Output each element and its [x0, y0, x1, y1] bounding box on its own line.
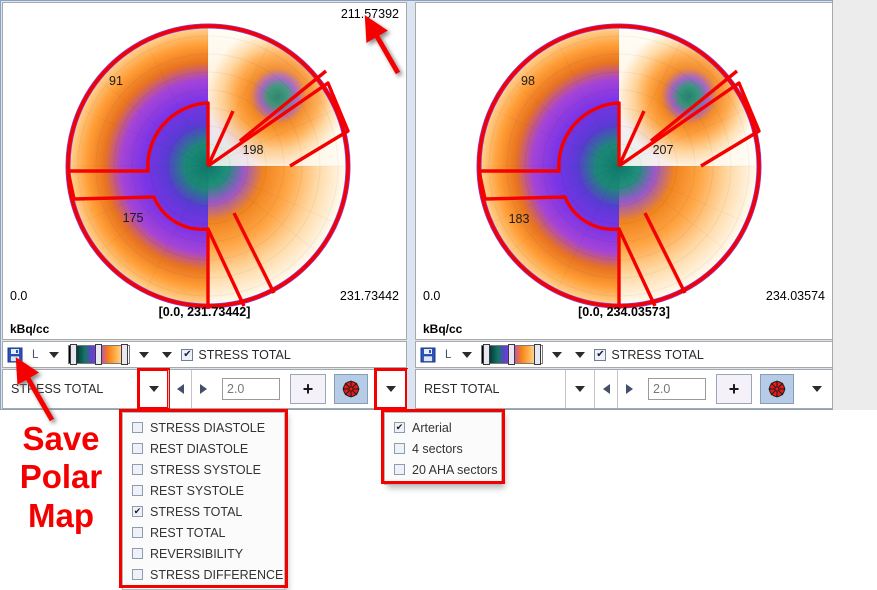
series-combobox-value[interactable]: STRESS TOTAL	[3, 382, 139, 396]
annotation-line-3: Map	[28, 496, 94, 534]
colormap-dropdown-icon[interactable]	[135, 346, 153, 364]
min-range-value: 0.0	[10, 289, 28, 303]
colormap-options-dropdown-icon[interactable]	[158, 346, 176, 364]
add-button[interactable]: +	[290, 374, 326, 404]
menu-item-stress-difference[interactable]: STRESS DIFFERENCE	[123, 564, 284, 585]
unit-label: kBq/cc	[423, 322, 463, 336]
right-series-control: REST TOTAL 2.0 +	[415, 369, 833, 409]
annotation-line-2: Polar	[19, 458, 103, 496]
scale-value-input[interactable]: 2.0	[648, 378, 706, 400]
next-series-button[interactable]	[191, 370, 214, 408]
control-divider	[407, 369, 415, 409]
menu-item-checkbox[interactable]	[132, 548, 143, 559]
toolbar-series-label: STRESS TOTAL	[198, 347, 291, 362]
scale-value-input[interactable]: 2.0	[222, 378, 280, 400]
sector-model-dropdown-icon[interactable]	[374, 368, 408, 410]
menu-item-reversibility[interactable]: REVERSIBILITY	[123, 543, 284, 564]
rest-polar-map-viewport[interactable]: 98 207 183 0.0 234.03574 [0.0, 234.03573…	[415, 2, 833, 340]
max-range-value: 231.73442	[339, 289, 399, 303]
panel-right-gutter	[833, 0, 877, 410]
menu-item-checkbox[interactable]	[132, 464, 143, 475]
max-range-value: 234.03574	[765, 289, 825, 303]
sector-model-dropdown-icon[interactable]	[802, 370, 832, 408]
save-floppy-icon[interactable]	[420, 347, 436, 363]
min-range-value: 0.0	[423, 289, 441, 303]
range-label: [0.0, 234.03573]	[578, 305, 670, 319]
max-scale-value: 211.57392	[340, 7, 399, 21]
annotation-line-1: Save	[22, 420, 100, 457]
left-display-toolbar: L ✔ STRESS TOTAL	[2, 341, 407, 368]
menu-item-label: REST SYSTOLE	[150, 483, 245, 498]
menu-item-20-aha-sectors[interactable]: 20 AHA sectors	[385, 459, 501, 480]
menu-item-label: REST DIASTOLE	[150, 441, 249, 456]
menu-item-rest-total[interactable]: REST TOTAL	[123, 522, 284, 543]
unit-label: kBq/cc	[10, 322, 50, 336]
range-label: [0.0, 231.73442]	[158, 305, 251, 319]
menu-item-checkbox[interactable]: ✔	[132, 506, 143, 517]
right-display-toolbar: L ✔ STRESS TOTAL	[415, 341, 833, 368]
series-combobox-dropdown-icon[interactable]	[137, 368, 170, 410]
save-floppy-icon[interactable]	[7, 347, 23, 363]
rest-polar-map-image[interactable]	[469, 21, 769, 311]
menu-item-label: REST TOTAL	[150, 525, 226, 540]
menu-item-label: 4 sectors	[412, 441, 463, 456]
series-selection-menu[interactable]: STRESS DIASTOLE REST DIASTOLE STRESS SYS…	[122, 412, 285, 590]
menu-item-checkbox[interactable]	[394, 464, 405, 475]
menu-item-stress-systole[interactable]: STRESS SYSTOLE	[123, 459, 284, 480]
menu-item-label: REVERSIBILITY	[150, 546, 244, 561]
menu-item-checkbox[interactable]: ✔	[394, 422, 405, 433]
layout-dropdown-icon[interactable]	[458, 346, 476, 364]
menu-item-checkbox[interactable]	[132, 422, 143, 433]
display-toolbar-row: L ✔ STRESS TOTAL L ✔ STRESS TOTAL	[2, 341, 833, 368]
toolbar-series-label: STRESS TOTAL	[611, 347, 704, 362]
left-series-control: STRESS TOTAL 2.0 +	[2, 368, 408, 410]
polar-map-application-panel: 91 198 175 211.57392 0.0 231.73442 [0.0,…	[0, 0, 833, 410]
layout-label: L	[32, 348, 39, 361]
menu-item-label: STRESS SYSTOLE	[150, 462, 261, 477]
menu-item-rest-systole[interactable]: REST SYSTOLE	[123, 480, 284, 501]
stress-polar-map-image[interactable]	[58, 21, 358, 311]
polar-map-viewport-row: 91 198 175 211.57392 0.0 231.73442 [0.0,…	[2, 2, 833, 340]
color-scale-gradient[interactable]	[68, 344, 131, 365]
colormap-options-dropdown-icon[interactable]	[571, 346, 589, 364]
series-combobox-dropdown-icon[interactable]	[565, 370, 594, 408]
add-button[interactable]: +	[716, 374, 752, 404]
menu-item-stress-total[interactable]: ✔ STRESS TOTAL	[123, 501, 284, 522]
menu-item-label: STRESS DIASTOLE	[150, 420, 266, 435]
series-combobox-value[interactable]: REST TOTAL	[416, 382, 565, 396]
polar-target-icon[interactable]	[334, 374, 368, 404]
menu-item-label: 20 AHA sectors	[412, 462, 498, 477]
previous-series-button[interactable]	[594, 370, 617, 408]
color-scale-gradient[interactable]	[481, 344, 544, 365]
layout-label: L	[445, 348, 452, 361]
menu-item-arterial[interactable]: ✔ Arterial	[385, 417, 501, 438]
toolbar-divider	[407, 341, 415, 368]
menu-item-label: STRESS TOTAL	[150, 504, 243, 519]
menu-item-checkbox[interactable]	[132, 527, 143, 538]
menu-item-4-sectors[interactable]: 4 sectors	[385, 438, 501, 459]
sector-model-menu[interactable]: ✔ Arterial 4 sectors 20 AHA sectors	[384, 412, 502, 485]
menu-item-stress-diastole[interactable]: STRESS DIASTOLE	[123, 417, 284, 438]
save-polar-map-annotation: Save Polar Map	[6, 420, 116, 535]
menu-item-checkbox[interactable]	[132, 443, 143, 454]
colormap-dropdown-icon[interactable]	[548, 346, 566, 364]
stress-polar-map-viewport[interactable]: 91 198 175 211.57392 0.0 231.73442 [0.0,…	[2, 2, 407, 340]
series-visibility-checkbox[interactable]: ✔	[594, 348, 607, 361]
menu-item-checkbox[interactable]	[132, 569, 143, 580]
menu-item-checkbox[interactable]	[394, 443, 405, 454]
menu-item-label: Arterial	[412, 420, 452, 435]
polar-target-icon[interactable]	[760, 374, 794, 404]
series-visibility-checkbox[interactable]: ✔	[181, 348, 194, 361]
layout-dropdown-icon[interactable]	[45, 346, 63, 364]
menu-item-rest-diastole[interactable]: REST DIASTOLE	[123, 438, 284, 459]
previous-series-button[interactable]	[168, 370, 191, 408]
next-series-button[interactable]	[617, 370, 640, 408]
series-control-row: STRESS TOTAL 2.0 + REST TOTAL 2.0 +	[2, 368, 833, 410]
menu-item-checkbox[interactable]	[132, 485, 143, 496]
viewport-divider	[407, 2, 415, 340]
menu-item-label: STRESS DIFFERENCE	[150, 567, 284, 582]
